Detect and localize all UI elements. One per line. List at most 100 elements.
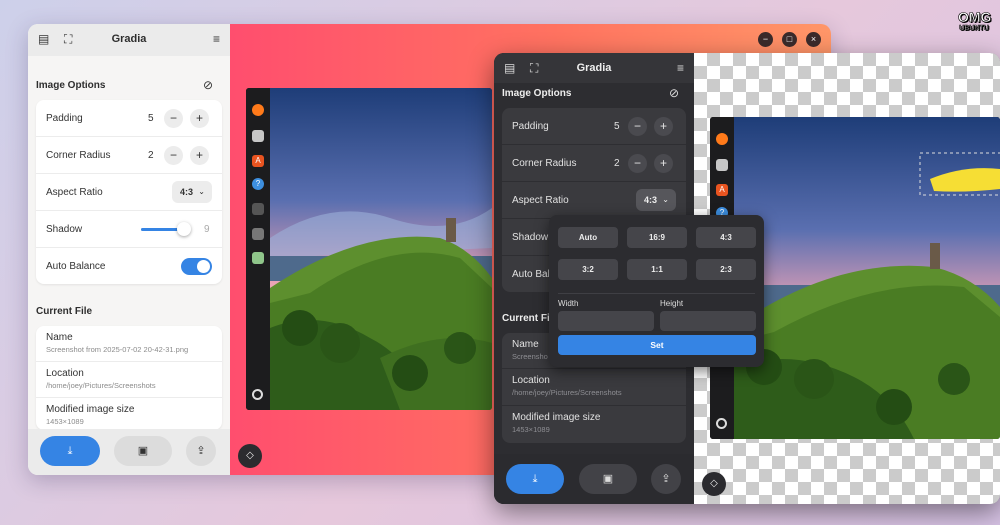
image-options-card: Padding 5 − + Corner Radius 2 − + Aspect… bbox=[36, 100, 222, 284]
eraser-button[interactable]: ◇ bbox=[702, 472, 726, 496]
file-location-label: Location bbox=[46, 368, 84, 379]
set-button[interactable]: Set bbox=[558, 335, 756, 355]
file-name-value: Screensho bbox=[512, 352, 548, 361]
app-title: Gradia bbox=[111, 33, 147, 45]
current-file-heading: Current File bbox=[36, 306, 93, 317]
height-input[interactable] bbox=[660, 311, 756, 331]
copy-button[interactable]: ▣ bbox=[114, 436, 172, 466]
minimize-button[interactable]: − bbox=[758, 32, 773, 47]
ratio-auto-button[interactable]: Auto bbox=[558, 227, 618, 248]
app-center-icon: A bbox=[252, 155, 264, 167]
aspect-ratio-dropdown[interactable]: 4:3 ⌄ bbox=[172, 181, 212, 203]
aspect-ratio-popover: Auto 16:9 4:3 3:2 1:1 2:3 Width Height S… bbox=[549, 215, 764, 367]
padding-decrease-button[interactable]: − bbox=[628, 117, 647, 136]
eraser-icon: ◇ bbox=[246, 450, 254, 461]
minimize-icon: − bbox=[762, 34, 769, 44]
reset-icon[interactable]: ⊘ bbox=[203, 78, 213, 92]
aspect-ratio-value: 4:3 bbox=[644, 195, 658, 205]
header-bar: ▤ ⛶ Gradia ≡ bbox=[28, 24, 230, 56]
landscape-photo bbox=[734, 117, 1000, 439]
sidebar-light: ▤ ⛶ Gradia ≡ Image Options ⊘ Padding 5 −… bbox=[28, 24, 230, 475]
aspect-ratio-value: 4:3 bbox=[180, 187, 194, 197]
file-location-label: Location bbox=[512, 375, 550, 386]
current-file-card: Name Screenshot from 2025-07-02 20-42-31… bbox=[36, 326, 222, 430]
width-input[interactable] bbox=[558, 311, 654, 331]
corner-radius-value: 2 bbox=[148, 150, 154, 161]
ratio-4-3-button[interactable]: 4:3 bbox=[696, 227, 756, 248]
menu-icon[interactable]: ≡ bbox=[677, 61, 684, 75]
padding-increase-button[interactable]: + bbox=[654, 117, 673, 136]
copy-button[interactable]: ▣ bbox=[579, 464, 637, 494]
eraser-button[interactable]: ◇ bbox=[238, 444, 262, 468]
logo-line-2: UBUNTU bbox=[959, 25, 989, 33]
files-icon bbox=[252, 130, 264, 142]
close-icon: × bbox=[810, 34, 817, 44]
close-button[interactable]: × bbox=[806, 32, 821, 47]
trash-icon bbox=[252, 252, 264, 264]
apps-grid-icon bbox=[716, 418, 727, 429]
padding-decrease-button[interactable]: − bbox=[164, 109, 183, 128]
shadow-label: Shadow bbox=[512, 232, 549, 243]
share-icon: ⇪ bbox=[196, 445, 206, 457]
padding-value: 5 bbox=[148, 113, 154, 124]
file-size-row: Modified image size 1453×1089 bbox=[36, 398, 222, 430]
save-button[interactable]: ⤓ bbox=[40, 436, 100, 466]
file-size-value: 1453×1089 bbox=[46, 417, 84, 426]
tor-landscape-image bbox=[270, 88, 492, 410]
share-icon: ⇪ bbox=[661, 473, 671, 485]
auto-balance-label: Auto Balance bbox=[46, 261, 106, 272]
image-options-heading: Image Options bbox=[502, 88, 572, 99]
aspect-ratio-row: Aspect Ratio 4:3 ⌄ bbox=[502, 182, 686, 219]
file-location-row: Location /home/joey/Pictures/Screenshots bbox=[36, 362, 222, 398]
toggle-knob bbox=[197, 260, 210, 273]
padding-value: 5 bbox=[614, 121, 620, 132]
logo-line-1: OMG bbox=[958, 9, 992, 25]
auto-balance-row: Auto Balance bbox=[36, 248, 222, 284]
share-button[interactable]: ⇪ bbox=[651, 464, 681, 494]
image-options-heading: Image Options bbox=[36, 80, 106, 91]
current-file-heading: Current Fi bbox=[502, 313, 550, 324]
corner-radius-decrease-button[interactable]: − bbox=[164, 146, 183, 165]
ratio-3-2-button[interactable]: 3:2 bbox=[558, 259, 618, 280]
file-name-value: Screenshot from 2025-07-02 20-42-31.png bbox=[46, 345, 189, 354]
shadow-row: Shadow 9 bbox=[36, 211, 222, 248]
copy-icon: ▣ bbox=[137, 445, 149, 457]
corner-radius-increase-button[interactable]: + bbox=[190, 146, 209, 165]
padding-row: Padding 5 − + bbox=[502, 108, 686, 145]
reset-icon[interactable]: ⊘ bbox=[669, 86, 679, 100]
ratio-2-3-button[interactable]: 2:3 bbox=[696, 259, 756, 280]
maximize-button[interactable]: □ bbox=[782, 32, 797, 47]
file-name-label: Name bbox=[512, 339, 539, 350]
file-size-row: Modified image size 1453×1089 bbox=[502, 406, 686, 443]
usb-icon bbox=[252, 228, 264, 240]
padding-increase-button[interactable]: + bbox=[190, 109, 209, 128]
ratio-1-1-button[interactable]: 1:1 bbox=[627, 259, 687, 280]
width-label: Width bbox=[558, 299, 579, 308]
file-size-label: Modified image size bbox=[512, 412, 601, 423]
chevron-down-icon: ⌄ bbox=[198, 187, 205, 196]
shadow-slider-track[interactable] bbox=[141, 222, 192, 236]
file-name-label: Name bbox=[46, 332, 73, 343]
divider bbox=[558, 293, 755, 294]
download-icon: ⤓ bbox=[532, 473, 538, 485]
auto-balance-toggle[interactable] bbox=[181, 258, 212, 275]
file-location-row: Location /home/joey/Pictures/Screenshots bbox=[502, 369, 686, 406]
corner-radius-decrease-button[interactable]: − bbox=[628, 154, 647, 173]
corner-radius-label: Corner Radius bbox=[46, 150, 111, 161]
aspect-ratio-dropdown[interactable]: 4:3 ⌄ bbox=[636, 189, 676, 211]
app-center-icon: A bbox=[716, 184, 728, 196]
auto-balance-label: Auto Bal bbox=[512, 269, 550, 280]
padding-row: Padding 5 − + bbox=[36, 100, 222, 137]
save-button[interactable]: ⤓ bbox=[506, 464, 564, 494]
share-button[interactable]: ⇪ bbox=[186, 436, 216, 466]
ratio-16-9-button[interactable]: 16:9 bbox=[627, 227, 687, 248]
shadow-slider-handle[interactable] bbox=[177, 222, 192, 236]
help-icon: ? bbox=[252, 178, 264, 190]
corner-radius-increase-button[interactable]: + bbox=[654, 154, 673, 173]
menu-icon[interactable]: ≡ bbox=[213, 32, 220, 46]
file-size-value: 1453×1089 bbox=[512, 425, 550, 434]
corner-radius-label: Corner Radius bbox=[512, 158, 577, 169]
landscape-photo bbox=[270, 88, 492, 410]
corner-radius-row: Corner Radius 2 − + bbox=[502, 145, 686, 182]
apps-grid-icon bbox=[252, 389, 263, 400]
